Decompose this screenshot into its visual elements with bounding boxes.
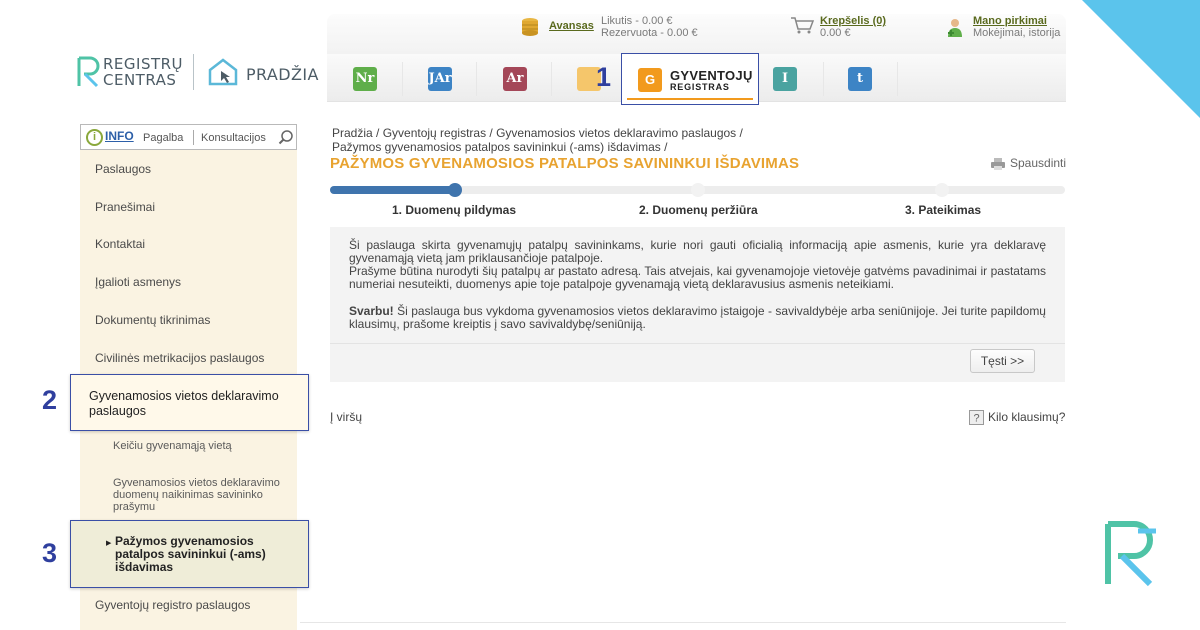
questions-label: Kilo klausimų? bbox=[988, 410, 1066, 424]
home-icon[interactable] bbox=[207, 57, 239, 87]
progress-fill bbox=[330, 186, 455, 194]
important-note: Svarbu! Ši paslauga bus vykdoma gyvenamo… bbox=[349, 305, 1046, 331]
important-text: Ši paslauga bus vykdoma gyvenamosios vie… bbox=[349, 304, 1046, 331]
info-icon: i bbox=[86, 129, 103, 146]
tab-divider bbox=[402, 62, 403, 96]
registru-centras-watermark-icon bbox=[1105, 521, 1156, 587]
footer-divider bbox=[300, 622, 1066, 623]
testamentu-icon[interactable]: t bbox=[848, 67, 872, 91]
step-3-label: 3. Pateikimas bbox=[905, 203, 982, 217]
user-icon bbox=[948, 19, 962, 37]
sidebar-item-gyvenamosios-vietos-deklaravimo[interactable]: Gyvenamosios vietos deklaravimo paslaugo… bbox=[70, 374, 309, 431]
cart-amount: 0.00 € bbox=[820, 27, 851, 39]
sidebar-item-label: Gyvenamosios vietos deklaravimo paslaugo… bbox=[89, 389, 279, 418]
page-title: PAŽYMOS GYVENAMOSIOS PATALPOS SAVININKUI… bbox=[330, 155, 800, 172]
progress-step-dot bbox=[691, 183, 705, 197]
panel-divider bbox=[330, 343, 1065, 344]
info-panel: Ši paslauga skirta gyvenamųjų patalpų sa… bbox=[330, 227, 1065, 382]
advance-details: Likutis - 0.00 € Rezervuota - 0.00 € bbox=[601, 15, 698, 39]
callout-number-3: 3 bbox=[42, 538, 58, 568]
gyventoju-registras-icon: G bbox=[638, 68, 662, 92]
registru-centras-logo-icon bbox=[77, 56, 100, 88]
logo-divider bbox=[193, 54, 194, 90]
tab-divider bbox=[897, 62, 898, 96]
corner-decoration bbox=[1082, 0, 1200, 118]
sidebar-item-paslaugos[interactable]: Paslaugos bbox=[95, 162, 151, 176]
advance-reserved: Rezervuota - 0.00 € bbox=[601, 27, 698, 39]
purchases-sub: Mokėjimai, istorija bbox=[973, 27, 1061, 39]
nekilnojamojo-turto-icon[interactable]: Nr bbox=[353, 67, 377, 91]
sidebar-item-kontaktai[interactable]: Kontaktai bbox=[95, 237, 145, 251]
cart-icon[interactable] bbox=[790, 16, 814, 34]
step-2-label: 2. Duomenų peržiūra bbox=[639, 203, 758, 217]
sidebar-subitem-keiciu-gyvenamaja-vieta[interactable]: Keičiu gyvenamąją vietą bbox=[113, 440, 283, 452]
coins-icon bbox=[522, 18, 538, 36]
sidebar-subitem-duomenu-naikinimas[interactable]: Gyvenamosios vietos deklaravimo duomenų … bbox=[113, 477, 283, 513]
important-label: Svarbu! bbox=[349, 304, 394, 318]
site-logo[interactable]: REGISTRŲ CENTRAS PRADŽIA bbox=[76, 54, 319, 94]
help-link[interactable]: Pagalba bbox=[143, 132, 183, 144]
cart-link[interactable]: Krepšelis (0) bbox=[820, 15, 886, 27]
sidebar-item-pranesimai[interactable]: Pranešimai bbox=[95, 200, 155, 214]
back-to-top-link[interactable]: Į viršų bbox=[330, 410, 362, 424]
divider bbox=[193, 130, 194, 145]
questions-link[interactable]: ? Kilo klausimų? bbox=[969, 410, 1066, 426]
progress-step-dot bbox=[935, 183, 949, 197]
callout-number-1: 1 bbox=[596, 62, 612, 92]
sidebar-subitem-pazymos-isdavimas[interactable]: ▶ Pažymos gyvenamosios patalpos savinink… bbox=[70, 520, 309, 588]
sidebar-item-civilines-metrikacijos[interactable]: Civilinės metrikacijos paslaugos bbox=[95, 351, 264, 365]
continue-button[interactable]: Tęsti >> bbox=[970, 349, 1035, 373]
purchases-block: Mano pirkimai Mokėjimai, istorija bbox=[973, 15, 1060, 39]
juridiniu-asmenu-icon[interactable]: JAr bbox=[428, 67, 452, 91]
svg-text:?: ? bbox=[973, 413, 979, 425]
tab-label-line2: REGISTRAS bbox=[670, 82, 730, 92]
consultations-link[interactable]: Konsultacijos bbox=[201, 132, 266, 144]
info-paragraph-2: Prašyme būtina nurodyti šių patalpų ar p… bbox=[349, 264, 1046, 291]
tab-divider bbox=[476, 62, 477, 96]
tab-divider bbox=[823, 62, 824, 96]
help-search-box: i INFO Pagalba Konsultacijos bbox=[80, 124, 297, 150]
print-label: Spausdinti bbox=[1010, 156, 1067, 170]
breadcrumb: Pradžia / Gyventojų registras / Gyvenamo… bbox=[332, 126, 743, 154]
search-icon[interactable] bbox=[278, 129, 294, 145]
question-icon: ? bbox=[969, 410, 984, 426]
callout-number-2: 2 bbox=[42, 385, 58, 415]
tab-gyventoju-registras[interactable]: G GYVENTOJŲ REGISTRAS bbox=[621, 53, 759, 105]
active-tab-underline bbox=[627, 98, 753, 100]
bullet-arrow-icon: ▶ bbox=[106, 540, 112, 547]
cart-block: Krepšelis (0) 0.00 € bbox=[820, 15, 886, 39]
advance-block: Avansas bbox=[549, 20, 594, 32]
sidebar-item-dokumentu-tikrinimas[interactable]: Dokumentų tikrinimas bbox=[95, 313, 210, 327]
progress-current-dot bbox=[447, 183, 462, 197]
sidebar-subitem-label: Pažymos gyvenamosios patalpos savininkui… bbox=[115, 534, 266, 574]
tab-label-line1: GYVENTOJŲ bbox=[670, 68, 753, 83]
advance-link[interactable]: Avansas bbox=[549, 20, 594, 32]
step-1-label: 1. Duomenų pildymas bbox=[392, 203, 517, 217]
info-link[interactable]: INFO bbox=[105, 129, 134, 143]
advance-balance: Likutis - 0.00 € bbox=[601, 15, 673, 27]
printer-icon bbox=[991, 157, 1005, 170]
info-paragraph-1: Ši paslauga skirta gyvenamųjų patalpų sa… bbox=[349, 238, 1046, 265]
breadcrumb-line-1[interactable]: Pradžia / Gyventojų registras / Gyvenamo… bbox=[332, 126, 743, 140]
print-button[interactable]: Spausdinti bbox=[991, 156, 1066, 170]
isankstine-icon[interactable]: I bbox=[773, 67, 797, 91]
home-link[interactable]: PRADŽIA bbox=[246, 65, 319, 84]
progress-track bbox=[330, 183, 1065, 197]
logo-text: REGISTRŲ CENTRAS bbox=[103, 55, 184, 89]
sidebar-item-igalioti-asmenys[interactable]: Įgalioti asmenys bbox=[95, 275, 181, 289]
breadcrumb-line-2[interactable]: Pažymos gyvenamosios patalpos savininkui… bbox=[332, 140, 743, 154]
adresu-registras-icon[interactable]: Ar bbox=[503, 67, 527, 91]
purchases-link[interactable]: Mano pirkimai bbox=[973, 15, 1060, 27]
tab-divider bbox=[551, 62, 552, 96]
sidebar-item-gyventoju-registro-paslaugos[interactable]: Gyventojų registro paslaugos bbox=[95, 598, 250, 612]
